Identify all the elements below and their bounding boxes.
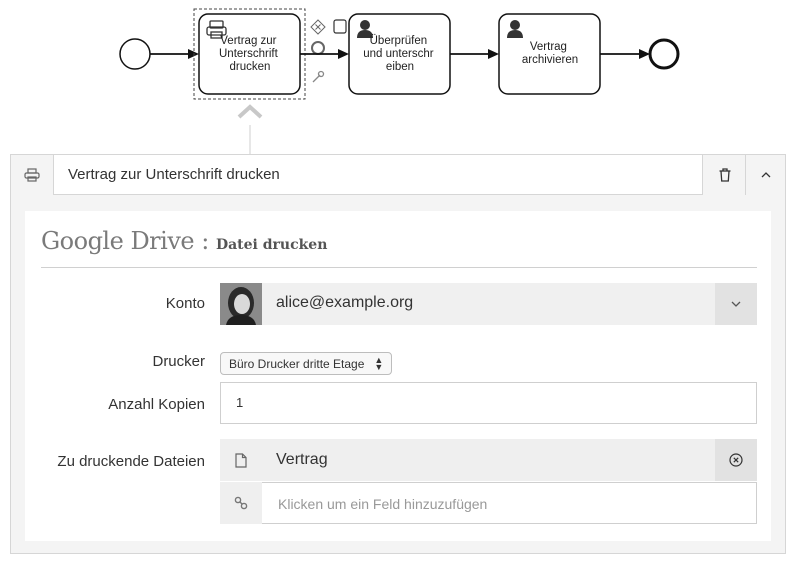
service-name: Google Drive : <box>41 227 209 255</box>
select-arrows-icon: ▲ ▼ <box>374 354 384 372</box>
gateway-icon[interactable] <box>310 19 326 35</box>
file-icon <box>220 439 262 481</box>
printer-select-value: Büro Drucker dritte Etage <box>229 356 365 371</box>
printer-select[interactable]: Büro Drucker dritte Etage ▲ ▼ <box>220 352 393 375</box>
wrench-icon[interactable] <box>312 70 325 83</box>
account-email: alice@example.org <box>276 294 414 311</box>
start-event[interactable] <box>119 38 151 70</box>
arrowhead-3 <box>488 49 499 59</box>
avatar <box>220 283 262 325</box>
collapse-button[interactable] <box>746 155 786 195</box>
drucker-label: Drucker <box>152 353 205 370</box>
end-event[interactable] <box>648 38 680 70</box>
panel-header: Vertrag zur Unterschrift drucken <box>11 155 785 195</box>
file-name: Vertrag <box>276 451 328 468</box>
arrowhead-2 <box>338 49 349 59</box>
properties-panel: Vertrag zur Unterschrift drucken Google … <box>10 154 786 554</box>
divider <box>41 267 757 268</box>
file-item[interactable]: Vertrag <box>220 439 757 481</box>
card-title: Google Drive : Datei drucken <box>41 227 327 255</box>
account-selector[interactable]: alice@example.org <box>220 283 757 325</box>
trash-icon <box>719 168 731 182</box>
dateien-label: Zu druckende Dateien <box>57 453 205 470</box>
task-append-icon[interactable] <box>333 19 347 34</box>
kopien-label: Anzahl Kopien <box>108 396 205 413</box>
konto-label: Konto <box>165 295 205 312</box>
printer-icon <box>11 155 53 195</box>
remove-file-button[interactable] <box>715 439 757 481</box>
panel-pointer-chevron <box>237 104 263 119</box>
chevron-up-icon <box>761 172 771 178</box>
copies-input[interactable]: 1 <box>220 382 757 424</box>
bpmn-diagram: Vertrag zur Unterschrift drucken Überprü… <box>119 8 680 154</box>
action-name: Datei drucken <box>215 237 328 253</box>
arrowhead-4 <box>639 49 650 59</box>
link-icon <box>220 482 262 524</box>
add-field-input[interactable]: Klicken um ein Feld hinzuzufügen <box>220 482 757 524</box>
delete-button[interactable] <box>705 155 746 195</box>
add-field-placeholder: Klicken um ein Feld hinzuzufügen <box>278 496 488 512</box>
task-name-input[interactable]: Vertrag zur Unterschrift drucken <box>53 155 703 195</box>
end-event-append-icon[interactable] <box>311 41 325 55</box>
close-circle-icon <box>729 453 743 467</box>
chevron-down-icon <box>731 301 741 307</box>
account-dropdown-button[interactable] <box>715 283 757 325</box>
connector-card: Google Drive : Datei drucken Konto alice… <box>25 211 771 541</box>
copies-value: 1 <box>236 395 244 410</box>
task3-label: Vertrag archivieren <box>522 41 578 66</box>
